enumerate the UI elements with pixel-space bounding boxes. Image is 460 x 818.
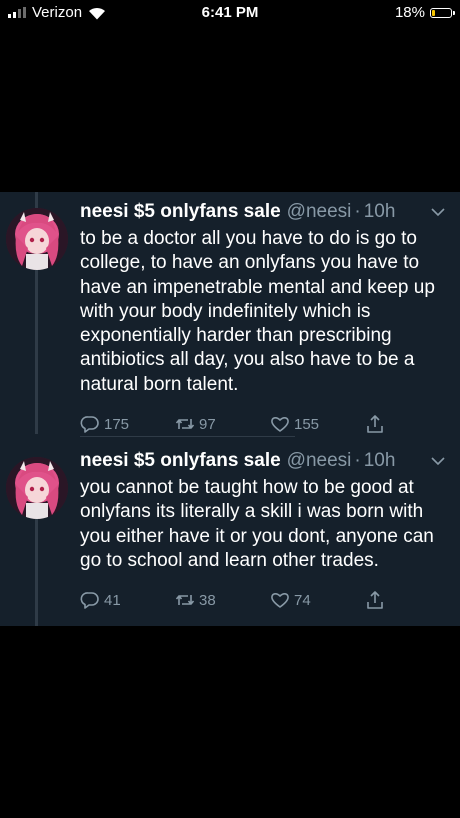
separator: · bbox=[354, 201, 361, 222]
battery-percent: 18% bbox=[394, 4, 425, 21]
like-button[interactable]: 74 bbox=[270, 590, 311, 610]
display-name[interactable]: neesi $5 onlyfans sale bbox=[80, 449, 281, 473]
avatar[interactable] bbox=[6, 457, 68, 519]
timestamp[interactable]: 10h bbox=[364, 200, 396, 224]
reply-count: 41 bbox=[104, 591, 121, 609]
battery-level bbox=[432, 9, 436, 16]
tweet-text: you cannot be taught how to be good at o… bbox=[80, 477, 434, 571]
tweet-actions: 175 97 155 bbox=[80, 411, 440, 437]
handle[interactable]: @neesi bbox=[287, 200, 352, 224]
reply-button[interactable]: 41 bbox=[80, 590, 121, 610]
reply-button[interactable]: 175 bbox=[80, 414, 129, 434]
retweet-count: 97 bbox=[199, 415, 216, 433]
retweet-count: 38 bbox=[199, 591, 216, 609]
share-icon bbox=[367, 415, 383, 433]
tweet-actions: 41 38 74 bbox=[80, 587, 440, 613]
battery-icon bbox=[430, 7, 455, 18]
avatar-image bbox=[6, 208, 68, 270]
thread-line-connector bbox=[35, 270, 38, 434]
tweet-body: neesi $5 onlyfans sale @neesi · 10h you … bbox=[80, 449, 445, 613]
like-icon bbox=[271, 593, 289, 608]
like-icon bbox=[271, 417, 289, 432]
separator: · bbox=[354, 450, 361, 471]
tweet-body: neesi $5 onlyfans sale @neesi · 10h to b… bbox=[80, 200, 445, 437]
reply-count: 175 bbox=[104, 415, 130, 433]
avatar[interactable] bbox=[6, 208, 68, 270]
retweet-button[interactable]: 97 bbox=[175, 414, 216, 434]
share-button[interactable] bbox=[365, 590, 389, 610]
tweet-header: neesi $5 onlyfans sale @neesi · 10h bbox=[80, 449, 445, 473]
retweet-icon bbox=[175, 419, 195, 430]
tweet-divider bbox=[80, 436, 295, 437]
avatar-image bbox=[6, 457, 68, 519]
like-button[interactable]: 155 bbox=[270, 414, 319, 434]
status-time: 6:41 PM bbox=[201, 4, 259, 21]
display-name[interactable]: neesi $5 onlyfans sale bbox=[80, 200, 281, 224]
reply-icon bbox=[80, 416, 99, 433]
thread-line-bottom bbox=[35, 514, 38, 626]
status-bar: Verizon 6:41 PM 18% bbox=[0, 0, 460, 26]
chevron-down-icon[interactable] bbox=[430, 204, 446, 220]
chevron-down-icon[interactable] bbox=[430, 453, 446, 469]
share-button[interactable] bbox=[365, 414, 389, 434]
tweet-header: neesi $5 onlyfans sale @neesi · 10h bbox=[80, 200, 445, 224]
retweet-icon bbox=[175, 595, 195, 606]
timestamp[interactable]: 10h bbox=[364, 449, 396, 473]
tweet-text: to be a doctor all you have to do is go … bbox=[80, 228, 435, 395]
status-bar-right: 18% bbox=[394, 4, 455, 21]
retweet-button[interactable]: 38 bbox=[175, 590, 216, 610]
tweet-thread: neesi $5 onlyfans sale @neesi · 10h to b… bbox=[0, 192, 460, 626]
reply-icon bbox=[80, 592, 99, 609]
like-count: 74 bbox=[294, 591, 311, 609]
like-count: 155 bbox=[294, 415, 320, 433]
share-icon bbox=[367, 591, 383, 609]
handle[interactable]: @neesi bbox=[287, 449, 352, 473]
